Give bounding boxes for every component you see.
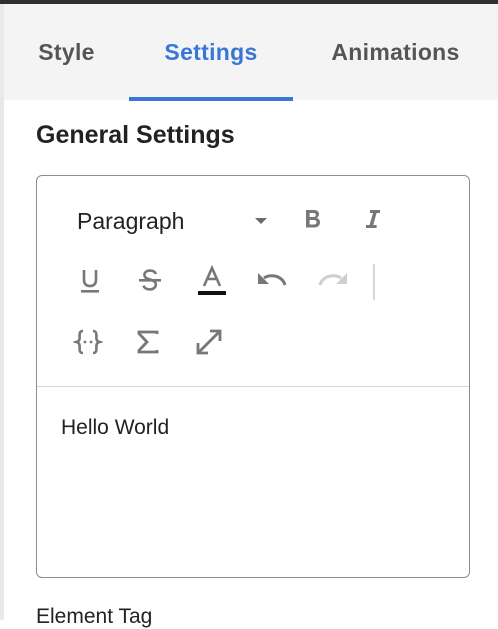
code-button[interactable]	[70, 324, 106, 360]
tab-bar: Style Settings Animations	[4, 4, 498, 101]
sigma-icon	[137, 330, 159, 354]
block-format-dropdown[interactable]: Paragraph	[77, 200, 273, 242]
active-tab-indicator	[129, 97, 293, 101]
chevron-down-icon	[255, 218, 267, 224]
tab-settings[interactable]: Settings	[129, 4, 293, 100]
redo-button[interactable]	[315, 263, 351, 299]
toolbar-divider	[37, 386, 469, 387]
undo-button[interactable]	[254, 263, 290, 299]
undo-icon	[258, 273, 287, 286]
underline-icon	[81, 270, 99, 293]
math-button[interactable]	[130, 324, 166, 360]
toolbar-separator	[373, 264, 375, 300]
block-format-value: Paragraph	[77, 207, 185, 234]
strikethrough-icon	[139, 269, 161, 291]
tab-style[interactable]: Style	[4, 4, 129, 100]
bold-icon	[306, 210, 320, 228]
redo-icon	[318, 273, 347, 286]
tab-animations[interactable]: Animations	[293, 4, 498, 100]
italic-icon	[366, 210, 380, 228]
fullscreen-icon	[196, 329, 222, 355]
editor-content[interactable]: Hello World	[61, 416, 169, 440]
fullscreen-button[interactable]	[191, 324, 227, 360]
text-color-button[interactable]	[194, 263, 230, 299]
rich-text-editor: Paragraph Hello World	[36, 175, 470, 578]
italic-button[interactable]	[355, 201, 391, 237]
strikethrough-button[interactable]	[132, 263, 168, 299]
section-title: General Settings	[36, 121, 235, 149]
editor-toolbar: Paragraph	[37, 176, 469, 387]
code-braces-icon	[73, 329, 103, 355]
bold-button[interactable]	[295, 201, 331, 237]
text-color-icon	[198, 265, 226, 295]
element-tag-label: Element Tag	[36, 605, 153, 628]
underline-button[interactable]	[72, 263, 108, 299]
